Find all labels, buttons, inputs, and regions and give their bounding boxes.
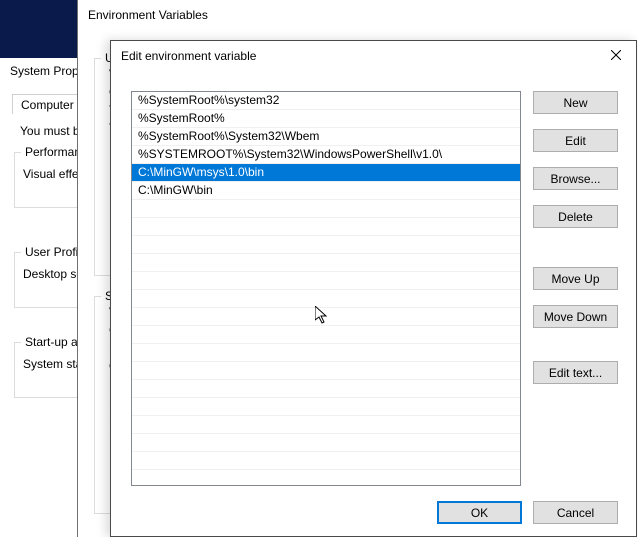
system-properties-window: System Properties Computer Name You must… [0,0,78,537]
path-entry-row [132,470,520,486]
cancel-button[interactable]: Cancel [533,501,618,524]
delete-button[interactable]: Delete [533,205,618,228]
path-entry-row[interactable]: C:\MinGW\bin [132,182,520,200]
path-entry-row[interactable]: %SystemRoot%\system32 [132,92,520,110]
close-icon [611,50,621,60]
path-entries-listbox[interactable]: %SystemRoot%\system32%SystemRoot%%System… [131,91,521,486]
edit-environment-variable-dialog: Edit environment variable %SystemRoot%\s… [110,40,637,537]
edit-button[interactable]: Edit [533,129,618,152]
path-entry-row[interactable]: C:\MinGW\msys\1.0\bin [132,164,520,182]
path-entry-row [132,254,520,272]
path-entry-row [132,272,520,290]
environment-variables-title: Environment Variables [88,8,208,22]
path-entry-row [132,218,520,236]
path-entry-row [132,452,520,470]
path-entry-row [132,308,520,326]
dialog-title: Edit environment variable [121,49,256,63]
browse-button[interactable]: Browse... [533,167,618,190]
dialog-titlebar: Edit environment variable [111,41,636,71]
close-button[interactable] [604,45,628,65]
titlebar-accent [0,0,78,58]
path-entry-row [132,290,520,308]
path-entry-row [132,200,520,218]
ok-button[interactable]: OK [437,501,522,524]
path-entry-row[interactable]: %SYSTEMROOT%\System32\WindowsPowerShell\… [132,146,520,164]
path-entry-row [132,362,520,380]
move-up-button[interactable]: Move Up [533,267,618,290]
path-entry-row [132,236,520,254]
path-entry-row [132,416,520,434]
path-entry-row [132,380,520,398]
edit-text-button[interactable]: Edit text... [533,361,618,384]
path-entry-row[interactable]: %SystemRoot% [132,110,520,128]
new-button[interactable]: New [533,91,618,114]
path-entry-row [132,344,520,362]
path-entry-row [132,398,520,416]
path-entry-row [132,434,520,452]
path-entry-row[interactable]: %SystemRoot%\System32\Wbem [132,128,520,146]
move-down-button[interactable]: Move Down [533,305,618,328]
path-entry-row [132,326,520,344]
